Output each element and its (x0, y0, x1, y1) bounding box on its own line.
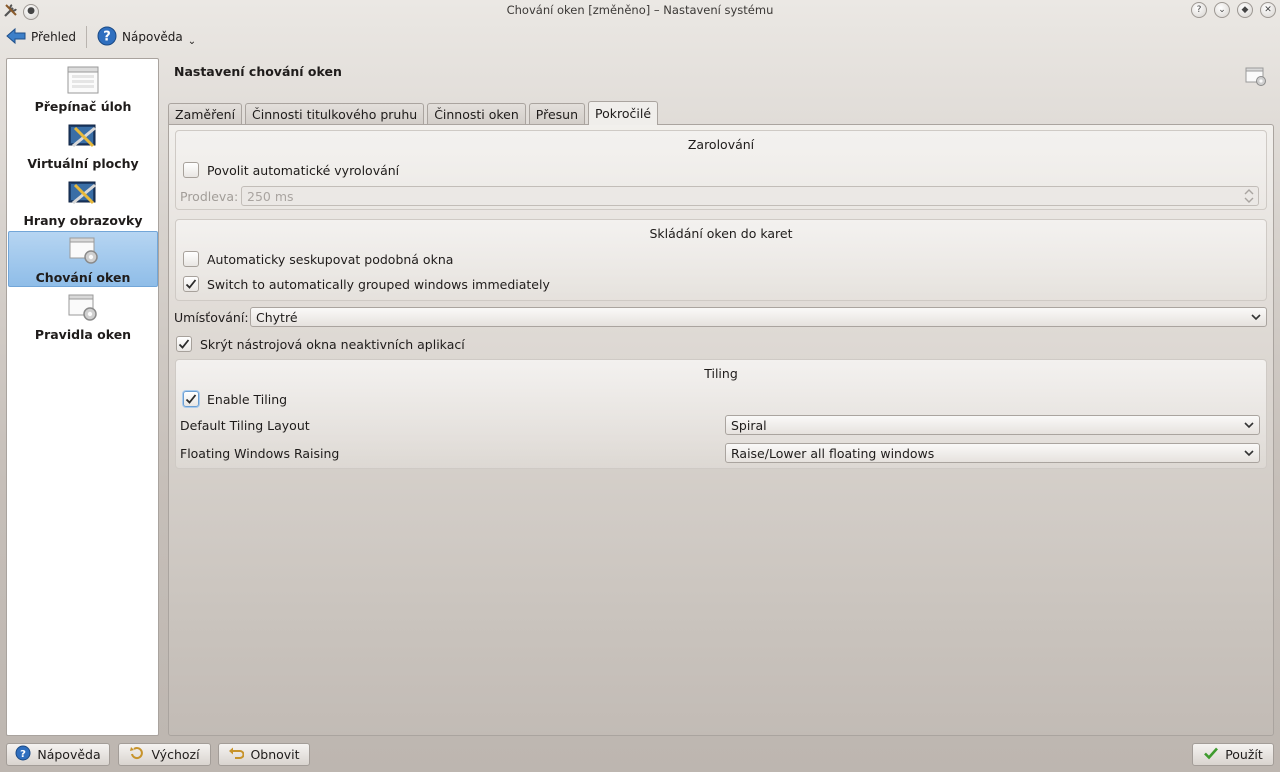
defaults-button[interactable]: Výchozí (118, 743, 211, 766)
switch-grouped-checkbox[interactable] (183, 276, 199, 292)
switch-grouped-row[interactable]: Switch to automatically grouped windows … (183, 274, 550, 294)
help-button[interactable]: ? Nápověda (6, 743, 110, 766)
help-icon: ? (15, 745, 31, 764)
chevron-down-icon (1243, 447, 1255, 459)
tiling-group-title: Tiling (704, 366, 738, 381)
reset-button[interactable]: Obnovit (218, 743, 310, 766)
undo-icon (228, 745, 245, 764)
sidebar-item-label: Chování oken (35, 270, 131, 285)
floating-raising-select[interactable]: Raise/Lower all floating windows (725, 443, 1260, 463)
chevron-down-icon: ⌄ (187, 35, 197, 47)
title-bar[interactable]: ● Chování oken [změněno] – Nastavení sys… (0, 0, 1280, 20)
window-gear-icon (1245, 67, 1267, 87)
sidebar-item-label: Přepínač úloh (34, 99, 132, 114)
help-menu-button[interactable]: ? Nápověda ⌄ (91, 23, 202, 51)
overview-button[interactable]: Přehled (0, 23, 82, 51)
apply-button[interactable]: Použít (1192, 743, 1274, 766)
switch-grouped-label: Switch to automatically grouped windows … (207, 276, 550, 292)
tiling-layout-label: Default Tiling Layout (180, 417, 310, 433)
overview-label: Přehled (31, 30, 77, 44)
spin-arrows-icon (1244, 189, 1254, 203)
desktop-tools-icon (67, 122, 99, 152)
tab-advanced[interactable]: Pokročilé (588, 101, 659, 125)
tiling-layout-value: Spiral (731, 417, 767, 433)
desktop-tools-icon (67, 179, 99, 209)
advanced-panel: Zarolování Povolit automatické vyrolován… (168, 124, 1274, 736)
checkmark-icon (178, 339, 190, 349)
delay-label: Prodleva: (180, 188, 239, 204)
window-list-icon (67, 65, 99, 95)
chevron-down-icon (1250, 311, 1262, 323)
help-icon: ? (97, 26, 117, 49)
shading-enable-checkbox[interactable] (183, 162, 199, 178)
placement-label: Umísťování: (174, 309, 249, 325)
defaults-icon (129, 745, 145, 764)
sidebar-item-window-behavior[interactable]: Chování oken (8, 231, 158, 287)
checkmark-icon (1203, 745, 1219, 764)
shading-enable-label: Povolit automatické vyrolování (207, 162, 400, 178)
help-window-button[interactable]: ? (1191, 2, 1207, 18)
close-button[interactable]: ✕ (1260, 2, 1276, 18)
checkmark-icon (185, 394, 197, 404)
tab-moving[interactable]: Přesun (528, 103, 586, 125)
autogroup-checkbox[interactable] (183, 251, 199, 267)
window-title: Chování oken [změněno] – Nastavení systé… (506, 3, 774, 17)
svg-text:?: ? (103, 29, 111, 44)
sidebar-item-screen-edges[interactable]: Hrany obrazovky (8, 175, 158, 231)
help-button-label: Nápověda (37, 747, 101, 762)
tab-window-actions[interactable]: Činnosti oken (427, 103, 526, 125)
sidebar-item-window-rules[interactable]: Pravidla oken (8, 289, 158, 345)
sidebar-item-task-switcher[interactable]: Přepínač úloh (8, 61, 158, 117)
minimize-button[interactable]: ⌄ (1214, 2, 1230, 18)
tabbing-group-title: Skládání oken do karet (649, 226, 793, 241)
apply-button-label: Použít (1225, 747, 1263, 762)
delay-spinbox[interactable]: 250 ms (241, 186, 1259, 206)
tab-titlebar-actions[interactable]: Činnosti titulkového pruhu (245, 103, 425, 125)
autogroup-row[interactable]: Automaticky seskupovat podobná okna (183, 249, 453, 269)
sidebar-item-label: Pravidla oken (34, 327, 132, 342)
back-arrow-icon (6, 27, 26, 48)
defaults-button-label: Výchozí (151, 747, 200, 762)
delay-value: 250 ms (247, 188, 294, 204)
reset-button-label: Obnovit (250, 747, 300, 762)
shading-group-title: Zarolování (687, 137, 755, 152)
hide-utility-checkbox[interactable] (176, 336, 192, 352)
sidebar-item-label: Hrany obrazovky (23, 213, 143, 228)
sidebar-item-virtual-desktops[interactable]: Virtuální plochy (8, 118, 158, 174)
checkmark-icon (185, 279, 197, 289)
placement-select[interactable]: Chytré (250, 307, 1267, 327)
tab-focus[interactable]: Zaměření (168, 103, 243, 125)
enable-tiling-row[interactable]: Enable Tiling (183, 389, 287, 409)
help-menu-label: Nápověda (122, 30, 183, 44)
chevron-down-icon (1243, 419, 1255, 431)
placement-value: Chytré (256, 309, 298, 325)
sidebar: Přepínač úloh Virtuální plochy Hrany obr… (6, 58, 159, 736)
toolbar: Přehled ? Nápověda ⌄ (0, 22, 1280, 52)
hide-utility-label: Skrýt nástrojová okna neaktivních aplika… (200, 336, 465, 352)
window-gear-icon (67, 293, 99, 323)
enable-tiling-checkbox[interactable] (183, 391, 199, 407)
floating-raising-value: Raise/Lower all floating windows (731, 445, 935, 461)
tab-bar: Zaměření Činnosti titulkového pruhu Činn… (168, 101, 659, 125)
svg-text:?: ? (20, 749, 26, 760)
floating-raising-label: Floating Windows Raising (180, 445, 340, 461)
sidebar-item-label: Virtuální plochy (27, 156, 139, 171)
hide-utility-row[interactable]: Skrýt nástrojová okna neaktivních aplika… (176, 334, 465, 354)
shading-enable-row[interactable]: Povolit automatické vyrolování (183, 160, 399, 180)
page-title: Nastavení chování oken (174, 64, 342, 79)
enable-tiling-label: Enable Tiling (207, 391, 288, 407)
toolbar-separator (86, 26, 88, 48)
tiling-layout-select[interactable]: Spiral (725, 415, 1260, 435)
autogroup-label: Automaticky seskupovat podobná okna (207, 251, 454, 267)
maximize-button[interactable]: ◆ (1237, 2, 1253, 18)
window-gear-icon (68, 236, 100, 266)
